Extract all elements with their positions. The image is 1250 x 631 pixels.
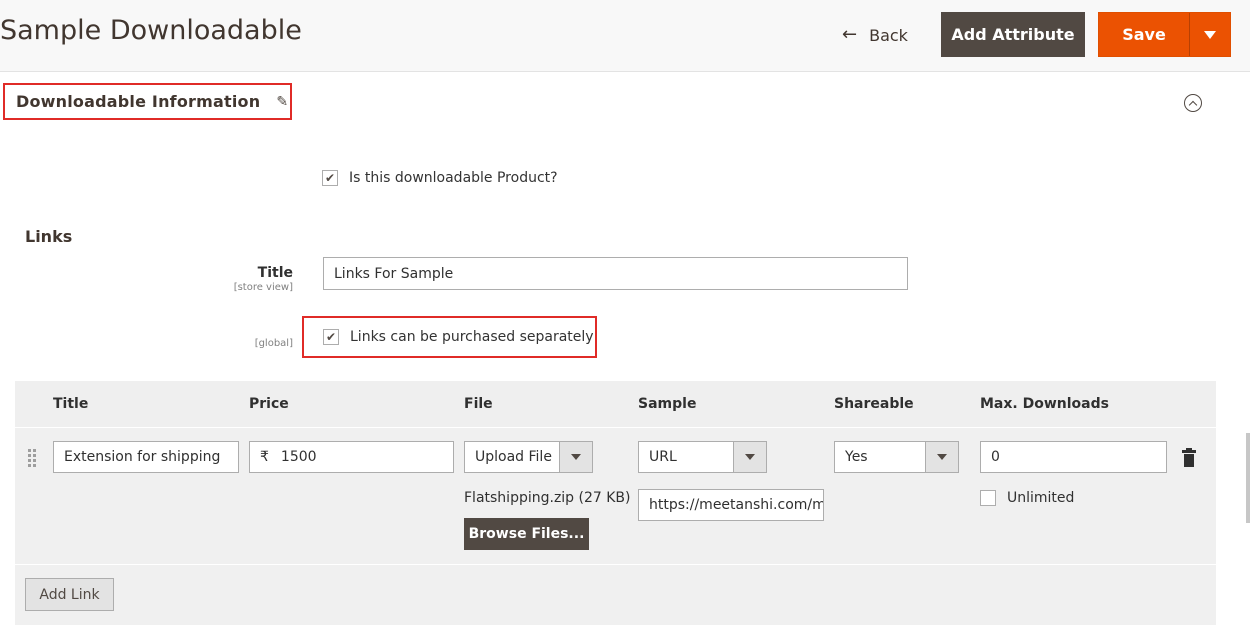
links-title-input[interactable]: Links For Sample bbox=[323, 257, 908, 290]
global-scope-label: [global] bbox=[254, 338, 293, 349]
links-table: Title Price File Sample Shareable Max. D… bbox=[15, 381, 1216, 625]
pencil-icon[interactable]: ✎ bbox=[276, 94, 288, 110]
column-shareable: Shareable bbox=[834, 396, 914, 412]
table-header: Title Price File Sample Shareable Max. D… bbox=[15, 381, 1216, 428]
add-attribute-button[interactable]: Add Attribute bbox=[941, 12, 1085, 57]
purchase-separately-option[interactable]: ✔ Links can be purchased separately bbox=[302, 316, 597, 358]
column-max-downloads: Max. Downloads bbox=[980, 396, 1109, 412]
purchase-separately-label: Links can be purchased separately bbox=[350, 329, 594, 345]
checkmark-icon: ✔ bbox=[324, 171, 336, 185]
save-button[interactable]: Save bbox=[1099, 13, 1190, 56]
uploaded-file-name: Flatshipping.zip (27 KB) bbox=[464, 490, 631, 506]
page-header: Sample Downloadable ← Back Add Attribute… bbox=[0, 0, 1250, 72]
links-heading: Links bbox=[25, 227, 73, 246]
drag-handle-icon[interactable] bbox=[28, 449, 40, 467]
add-link-button[interactable]: Add Link bbox=[25, 578, 114, 611]
title-label: Title bbox=[257, 265, 293, 281]
chevron-down-icon bbox=[745, 454, 755, 460]
is-downloadable-option[interactable]: ✔ Is this downloadable Product? bbox=[322, 170, 558, 186]
page-title: Sample Downloadable bbox=[0, 15, 302, 46]
link-price-input[interactable]: ₹ 1500 bbox=[249, 441, 454, 473]
section-title: Downloadable Information bbox=[16, 92, 261, 111]
column-sample: Sample bbox=[638, 396, 697, 412]
column-file: File bbox=[464, 396, 493, 412]
chevron-down-icon bbox=[937, 454, 947, 460]
sample-type-select[interactable]: URL bbox=[638, 441, 767, 473]
collapse-chevron-icon[interactable] bbox=[1184, 94, 1202, 112]
arrow-left-icon: ← bbox=[842, 24, 858, 45]
section-header-downloadable[interactable]: Downloadable Information ✎ bbox=[3, 83, 292, 120]
is-downloadable-checkbox[interactable]: ✔ bbox=[322, 170, 338, 186]
checkmark-icon: ✔ bbox=[325, 330, 337, 344]
unlimited-checkbox[interactable] bbox=[980, 490, 996, 506]
trash-icon[interactable] bbox=[1182, 448, 1196, 467]
shareable-select[interactable]: Yes bbox=[834, 441, 959, 473]
is-downloadable-label: Is this downloadable Product? bbox=[349, 170, 558, 186]
chevron-down-icon bbox=[1204, 30, 1216, 39]
back-button[interactable]: ← Back bbox=[842, 22, 908, 48]
column-title: Title bbox=[53, 396, 89, 412]
column-price: Price bbox=[249, 396, 289, 412]
sample-type-value: URL bbox=[649, 449, 677, 465]
max-downloads-input[interactable]: 0 bbox=[980, 441, 1167, 473]
back-label: Back bbox=[869, 25, 908, 45]
browse-files-button[interactable]: Browse Files... bbox=[464, 518, 589, 550]
shareable-value: Yes bbox=[845, 449, 868, 465]
link-title-input[interactable]: Extension for shipping bbox=[53, 441, 239, 473]
save-split-button: Save bbox=[1098, 12, 1231, 57]
link-price-value: 1500 bbox=[280, 449, 317, 465]
chevron-down-icon bbox=[571, 454, 581, 460]
table-row: Extension for shipping ₹ 1500 Upload Fil… bbox=[15, 429, 1216, 565]
sample-url-input[interactable]: https://meetanshi.com/m bbox=[638, 489, 824, 521]
unlimited-label: Unlimited bbox=[1007, 490, 1075, 506]
title-field-label: Title [store view] bbox=[234, 265, 293, 293]
title-scope: [store view] bbox=[233, 282, 293, 293]
file-type-select[interactable]: Upload File bbox=[464, 441, 593, 473]
file-type-value: Upload File bbox=[475, 449, 552, 465]
purchase-separately-checkbox[interactable]: ✔ bbox=[323, 329, 339, 345]
rupee-icon: ₹ bbox=[260, 449, 269, 465]
page-scrollbar[interactable] bbox=[1246, 433, 1250, 523]
save-options-toggle[interactable] bbox=[1190, 13, 1230, 56]
unlimited-option[interactable]: Unlimited bbox=[980, 490, 1074, 506]
